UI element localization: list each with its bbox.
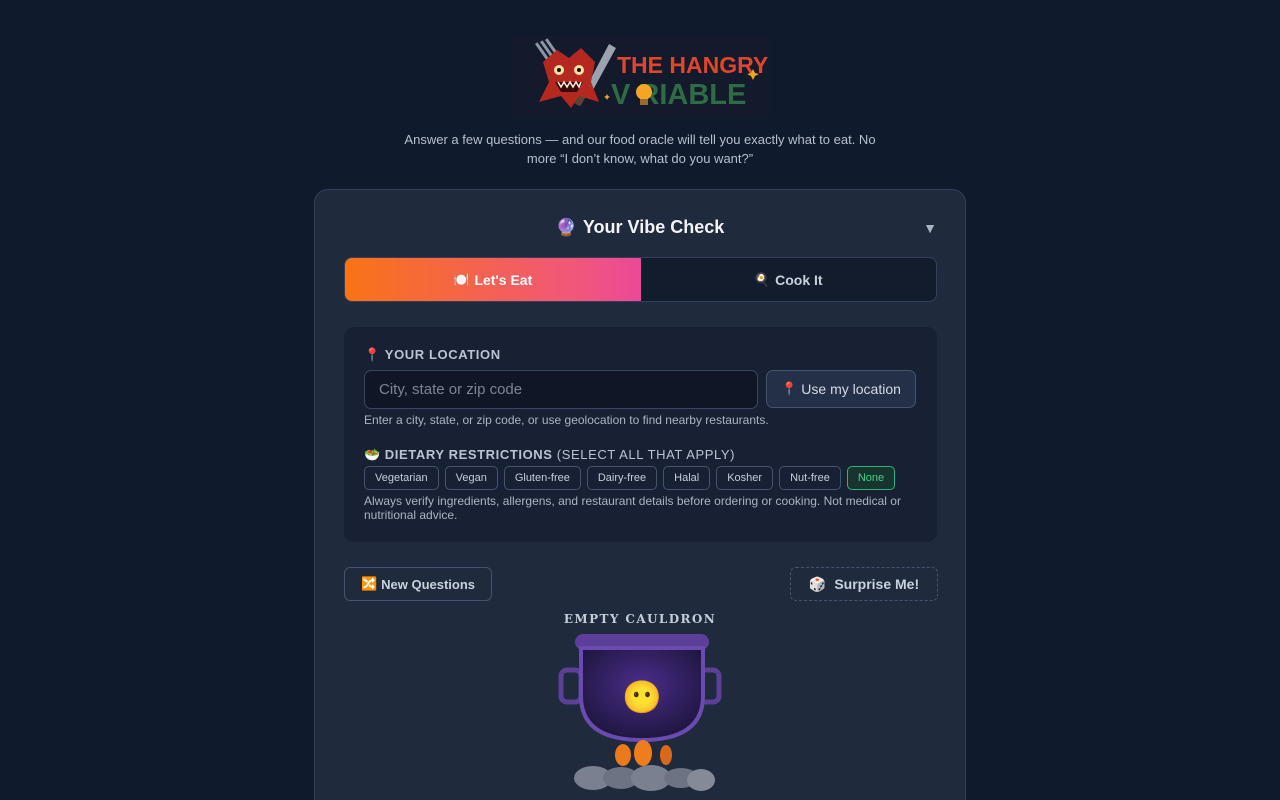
salad-icon: 🥗 <box>364 447 381 462</box>
surprise-me-label: Surprise Me! <box>834 576 920 592</box>
location-label: 📍 YOUR LOCATION <box>364 347 501 363</box>
chip-dairy-free[interactable]: Dairy-free <box>586 466 658 490</box>
use-my-location-label: Use my location <box>801 381 901 397</box>
dice-icon: 🎲 <box>808 575 827 592</box>
logo-line1: THE HANGRY <box>617 52 768 78</box>
chip-gluten-free[interactable]: Gluten-free <box>503 466 581 490</box>
location-help-text: Enter a city, state, or zip code, or use… <box>364 413 769 427</box>
location-label-text: YOUR LOCATION <box>384 347 501 362</box>
card-title: 🔮 Your Vibe Check <box>315 217 965 238</box>
use-my-location-button[interactable]: 📍 Use my location <box>766 370 916 408</box>
dietary-label-suffix: (SELECT ALL THAT APPLY) <box>556 447 736 462</box>
cauldron-illustration: 😶 <box>555 628 725 798</box>
frying-pan-icon: 🍳 <box>753 271 771 287</box>
new-questions-label: New Questions <box>381 576 476 592</box>
chip-none[interactable]: None <box>846 466 896 490</box>
tab-cook-it-label: Cook It <box>775 271 823 288</box>
location-input[interactable] <box>364 370 758 409</box>
chip-vegan[interactable]: Vegan <box>444 466 498 490</box>
tagline: Answer a few questions — and our food or… <box>404 132 876 166</box>
crystal-ball-icon: 🔮 <box>555 218 577 237</box>
chip-nut-free[interactable]: Nut-free <box>779 466 841 490</box>
tab-lets-eat-label: Let's Eat <box>474 271 533 288</box>
surprise-me-button[interactable]: 🎲 Surprise Me! <box>790 567 938 601</box>
disclaimer-text: Always verify ingredients, allergens, an… <box>364 494 901 522</box>
tab-cook-it[interactable]: 🍳 Cook It <box>641 258 937 301</box>
new-questions-button[interactable]: 🔀 New Questions <box>344 567 492 601</box>
dietary-label-text: DIETARY RESTRICTIONS <box>384 447 553 462</box>
stones <box>574 765 715 791</box>
dietary-label: 🥗 DIETARY RESTRICTIONS (SELECT ALL THAT A… <box>364 447 735 463</box>
logo-line2: V RIABLE <box>611 79 746 111</box>
flame-icon <box>615 740 672 766</box>
pin-icon: 📍 <box>364 347 381 362</box>
tab-lets-eat[interactable]: 🍽️ Let's Eat <box>345 258 641 301</box>
pin-icon: 📍 <box>781 381 798 396</box>
dietary-options: Vegetarian Vegan Gluten-free Dairy-free … <box>364 466 896 490</box>
chip-kosher[interactable]: Kosher <box>716 466 774 490</box>
chip-halal[interactable]: Halal <box>663 466 711 490</box>
card-title-text: Your Vibe Check <box>582 217 725 237</box>
vibe-check-card: 🔮 Your Vibe Check ▼ 🍽️ Let's Eat 🍳 Cook It … <box>314 189 966 800</box>
collapse-chevron-icon[interactable]: ▼ <box>921 219 939 237</box>
questions-panel: 📍YOUR LOCATION 📍Use my location Enter a … <box>344 327 937 542</box>
logo: THE HANGRY V RIABLE <box>513 36 770 118</box>
chip-vegetarian[interactable]: Vegetarian <box>364 466 439 490</box>
shuffle-icon: 🔀 <box>360 576 378 591</box>
mode-toggle: 🍽️ Let's Eat 🍳 Cook It <box>344 257 937 302</box>
cauldron-face: 😶 <box>622 679 662 715</box>
page: THE HANGRY V RIABLE Answer a few questio… <box>0 0 1280 800</box>
plate-cutlery-icon: 🍽️ <box>453 271 470 287</box>
cauldron-label: EMPTY CAULDRON <box>563 612 717 626</box>
